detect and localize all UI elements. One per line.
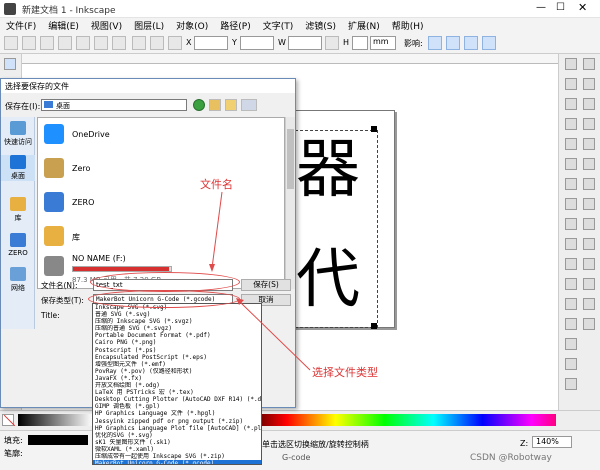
arrow-filetype: [239, 301, 311, 371]
annotation-arrows: [209, 191, 311, 371]
arrowhead-filetype-icon: [236, 298, 244, 305]
arrowhead-filename-icon: [209, 264, 215, 272]
arrow-filename: [211, 191, 223, 269]
